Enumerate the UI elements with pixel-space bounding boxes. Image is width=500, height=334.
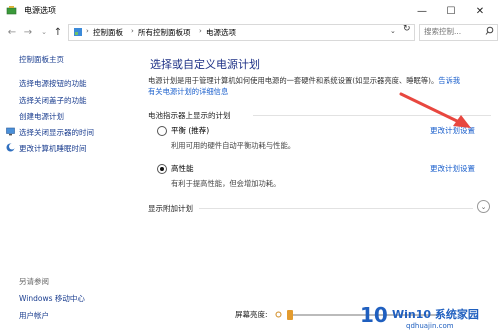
brightness-low-icon [275, 311, 282, 318]
high-performance-change-settings-link[interactable]: 更改计划设置 [430, 163, 475, 174]
watermark-url: qdhuajin.com [406, 322, 454, 330]
power-options-icon [6, 6, 17, 15]
sidebar-item-create-plan[interactable]: 创建电源计划 [19, 111, 64, 122]
sidebar-item-power-button[interactable]: 选择电源按钮的功能 [19, 78, 87, 89]
recent-dropdown-icon[interactable]: ⌄ [38, 25, 50, 39]
high-performance-plan-radio[interactable] [157, 164, 167, 174]
sidebar-item-mobility-center[interactable]: Windows 移动中心 [19, 293, 85, 304]
sidebar-item-sleep[interactable]: 更改计算机睡眠时间 [19, 143, 87, 154]
battery-plans-heading: 电池指示器上显示的计划 [148, 111, 231, 120]
high-performance-plan-description: 有利于提高性能，但会增加功耗。 [171, 179, 281, 188]
site-watermark: 10 Win10 系统家园 qdhuajin.com [360, 303, 500, 334]
minimize-button[interactable]: — [408, 0, 436, 22]
breadcrumb-separator-icon: › [131, 27, 134, 35]
sidebar-item-control-panel-home[interactable]: 控制面板主页 [19, 54, 64, 65]
control-panel-icon [74, 28, 82, 36]
main-content: 选择或自定义电源计划 电源计划是用于管理计算机如何使用电源的一套硬件和系统设置(… [135, 42, 500, 334]
breadcrumb-power-options[interactable]: 电源选项 [206, 27, 236, 38]
display-settings-icon [6, 127, 15, 136]
watermark-logo-number: 10 [360, 303, 388, 327]
sleep-settings-icon [6, 143, 15, 152]
balanced-plan-name[interactable]: 平衡 (推荐) [171, 125, 209, 136]
search-input[interactable] [420, 25, 482, 38]
brightness-slider-thumb[interactable] [287, 310, 293, 320]
sidebar: 控制面板主页 选择电源按钮的功能 选择关闭盖子的功能 创建电源计划 选择关闭显示… [0, 42, 135, 334]
description-text: 电源计划是用于管理计算机如何使用电源的一套硬件和系统设置(如显示器亮度、睡眠等)… [148, 76, 439, 85]
breadcrumb-separator-icon: › [86, 27, 89, 35]
breadcrumb-control-panel[interactable]: 控制面板 [93, 27, 123, 38]
search-box[interactable] [419, 24, 498, 41]
breadcrumb-all-items[interactable]: 所有控制面板项 [138, 27, 191, 38]
up-button[interactable]: ↑ [52, 25, 64, 39]
maximize-button[interactable]: ☐ [437, 0, 465, 22]
refresh-button[interactable]: ↻ [403, 24, 413, 38]
expand-chevron-icon[interactable]: ⌄ [477, 200, 490, 213]
address-dropdown-icon[interactable]: ⌄ [390, 27, 396, 35]
sidebar-item-lid[interactable]: 选择关闭盖子的功能 [19, 95, 87, 106]
sidebar-item-user-accounts[interactable]: 用户帐户 [19, 310, 49, 321]
show-additional-plans[interactable]: 显示附加计划 [148, 203, 193, 214]
balanced-plan-description: 利用可用的硬件自动平衡功耗与性能。 [171, 141, 296, 150]
breadcrumb-separator-icon: › [199, 27, 202, 35]
brightness-label: 屏幕亮度: [235, 310, 268, 319]
address-bar[interactable]: › 控制面板 › 所有控制面板项 › 电源选项 ⌄ [68, 24, 415, 41]
annotation-arrow-icon [399, 92, 471, 128]
high-performance-plan-name[interactable]: 高性能 [171, 163, 194, 174]
power-plan-details-link[interactable]: 有关电源计划的详细信息 [148, 87, 228, 96]
balanced-plan-radio[interactable] [157, 126, 167, 136]
tell-me-link[interactable]: 告诉我 [438, 76, 460, 85]
search-icon[interactable] [485, 26, 494, 36]
forward-button[interactable]: → [22, 25, 34, 39]
back-button[interactable]: ← [6, 25, 18, 39]
title-bar: 电源选项 — ☐ ✕ [0, 0, 500, 22]
navigation-bar: ← → ⌄ ↑ › 控制面板 › 所有控制面板项 › 电源选项 ⌄ ↻ [0, 22, 500, 42]
sidebar-item-display-off[interactable]: 选择关闭显示器的时间 [19, 127, 94, 138]
close-button[interactable]: ✕ [466, 0, 494, 22]
page-title: 选择或自定义电源计划 [150, 58, 260, 71]
watermark-brand: Win10 系统家园 [392, 308, 479, 321]
group-divider [199, 208, 473, 209]
window-title: 电源选项 [24, 6, 56, 15]
see-also-heading: 另请参阅 [19, 277, 49, 286]
